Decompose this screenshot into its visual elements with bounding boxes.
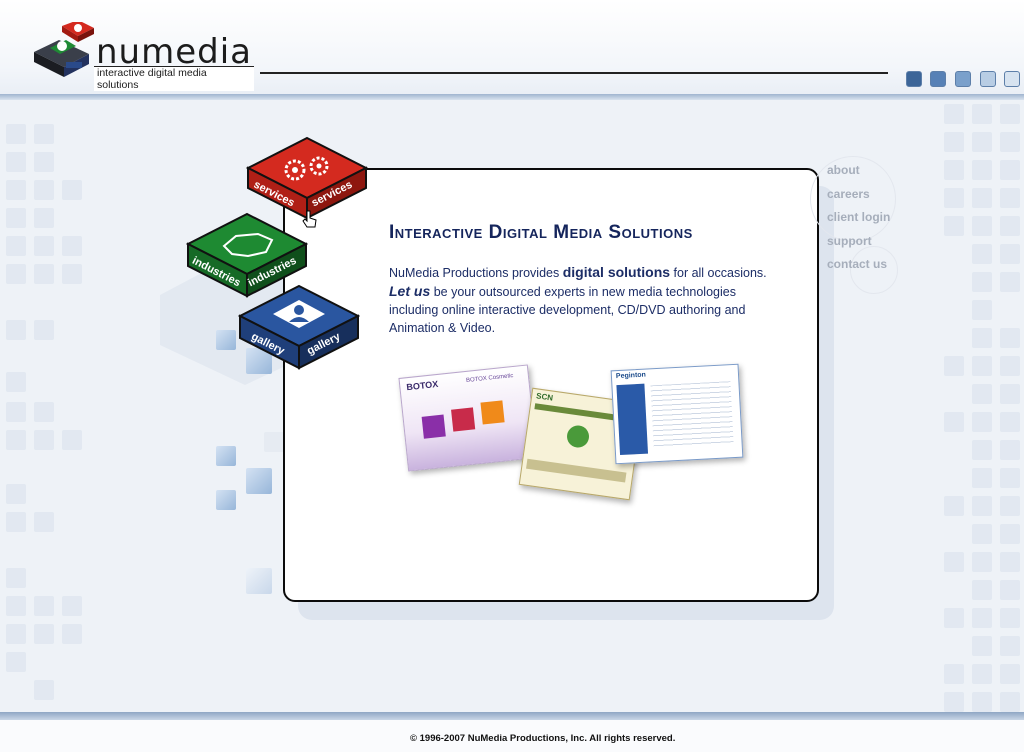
gears-icon: [284, 156, 329, 181]
pegintron-sidebar: [616, 383, 649, 456]
copyright-text: © 1996-2007 NuMedia Productions, Inc. Al…: [410, 733, 676, 744]
intro-text-part: be your outsourced experts in new media …: [389, 285, 746, 335]
decor-square: [216, 490, 236, 510]
screenshot-botox: BOTOX BOTOX Cosmetic: [398, 364, 538, 472]
screenshot-pegintron-caption: Peginton: [615, 371, 647, 381]
screenshot-botox-subcaption: BOTOX Cosmetic: [465, 373, 514, 384]
page-dot-1[interactable]: [906, 71, 922, 87]
nav-contact-us[interactable]: contact us: [827, 257, 890, 281]
header-bar: [0, 94, 1024, 100]
logo[interactable]: numedia interactive digital media soluti…: [14, 14, 254, 91]
nav-about[interactable]: about: [827, 163, 890, 187]
screenshot-scn-caption: SCN: [535, 391, 554, 403]
pegintron-content: [650, 381, 734, 450]
main-panel: Interactive Digital Media Solutions NuMe…: [283, 168, 819, 602]
intro-text: NuMedia Productions provides digital sol…: [389, 263, 769, 337]
nav-client-login[interactable]: client login: [827, 210, 890, 234]
botox-box-orange: [480, 400, 505, 425]
map-icon: [222, 232, 274, 258]
screenshot-pegintron: Peginton: [610, 363, 744, 465]
gallery-cube[interactable]: gallery gallery: [238, 284, 360, 370]
botox-box-red: [451, 407, 476, 432]
intro-text-part: for all occasions.: [670, 266, 767, 280]
portfolio-collage[interactable]: BOTOX BOTOX Cosmetic SCN Peginton: [395, 363, 755, 515]
scn-globe: [565, 424, 591, 449]
page-dot-2[interactable]: [930, 71, 946, 87]
person-icon: [273, 300, 325, 328]
decor-square: [246, 568, 272, 594]
intro-highlight: digital solutions: [562, 264, 671, 280]
decor-square: [216, 330, 236, 350]
nav-careers[interactable]: careers: [827, 187, 890, 211]
header-divider: [260, 72, 888, 74]
page-dot-4[interactable]: [980, 71, 996, 87]
logo-tagline: interactive digital media solutions: [94, 66, 254, 91]
scn-footer-strip: [526, 458, 627, 483]
intro-text-part: NuMedia Productions provides: [389, 266, 563, 280]
page-dot-3[interactable]: [955, 71, 971, 87]
page-dot-5[interactable]: [1004, 71, 1020, 87]
services-cube[interactable]: services services: [246, 136, 368, 228]
footer-bar: [0, 712, 1024, 720]
decor-square: [216, 446, 236, 466]
intro-letus: Let us: [389, 283, 431, 299]
nav-support[interactable]: support: [827, 234, 890, 258]
decor-square: [246, 468, 272, 494]
botox-box-purple: [421, 414, 446, 439]
screenshot-botox-caption: BOTOX: [405, 378, 439, 393]
page-title: Interactive Digital Media Solutions: [389, 222, 693, 243]
nav-menu: about careers client login support conta…: [827, 163, 890, 281]
